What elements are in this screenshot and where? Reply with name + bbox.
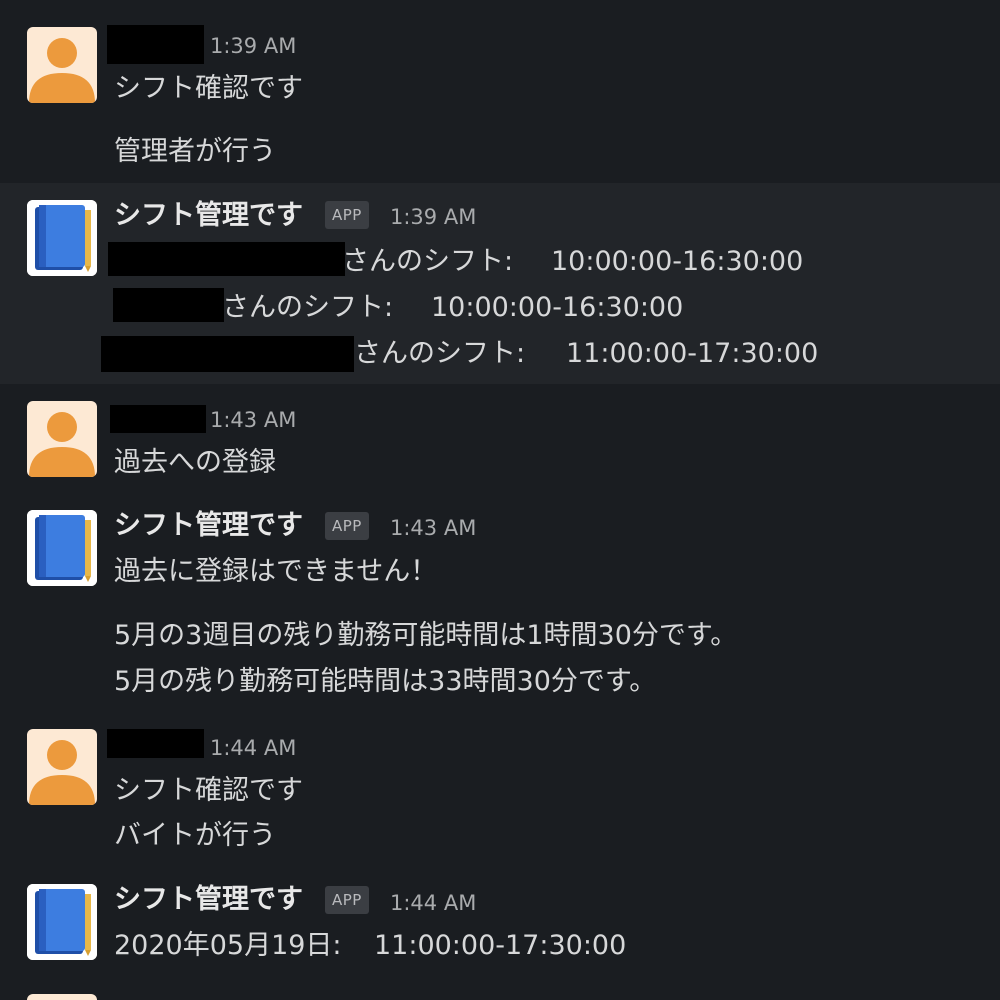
app-sender-name[interactable]: シフト管理です — [114, 883, 303, 917]
app-badge: APP — [325, 512, 369, 540]
app-badge: APP — [325, 201, 369, 229]
message-text: 管理者が行う — [114, 136, 276, 167]
redacted-username — [107, 25, 204, 64]
app-sender-name[interactable]: シフト管理です — [114, 199, 303, 233]
timestamp[interactable]: 1:43 AM — [390, 514, 476, 542]
message-text: バイトが行う — [114, 820, 276, 851]
notebook-app-icon[interactable] — [27, 510, 97, 586]
message-text: シフト確認です — [114, 775, 303, 806]
shift-suffix: さんのシフト: — [222, 292, 394, 323]
message-text: 過去に登録はできません！ — [114, 556, 438, 587]
shift-range: 11:00:00-17:30:00 — [374, 930, 627, 961]
message-app-1[interactable]: シフト管理です APP 1:39 AM さんのシフト: 10:00:00-16:… — [0, 183, 1000, 384]
notebook-app-icon[interactable] — [27, 200, 97, 276]
shift-suffix: さんのシフト: — [354, 338, 526, 369]
message-text: 5月の3週目の残り勤務可能時間は1時間30分です。 — [114, 620, 738, 651]
user-avatar-icon[interactable] — [27, 27, 97, 103]
redacted-username — [107, 729, 204, 758]
app-sender-name[interactable]: シフト管理です — [114, 509, 303, 543]
message-text: 5月の残り勤務可能時間は33時間30分です。 — [114, 666, 657, 697]
message-user-3[interactable]: 1:44 AM シフト確認です バイトが行う — [0, 718, 1000, 872]
notebook-app-icon[interactable] — [27, 884, 97, 960]
message-user-1[interactable]: 1:39 AM シフト確認です 管理者が行う — [0, 0, 1000, 183]
timestamp[interactable]: 1:39 AM — [210, 32, 296, 60]
redacted-name — [108, 242, 345, 276]
message-text: 過去への登録 — [114, 447, 276, 478]
user-avatar-icon[interactable] — [27, 729, 97, 805]
user-avatar-icon[interactable] — [27, 994, 97, 1000]
message-feed: 1:39 AM シフト確認です 管理者が行う シフト管理です APP 1:39 … — [0, 0, 1000, 1000]
timestamp[interactable]: 1:44 AM — [210, 734, 296, 762]
redacted-name — [113, 288, 224, 322]
message-text: シフト確認です — [114, 73, 303, 104]
shift-range: 10:00:00-16:30:00 — [431, 292, 684, 323]
message-user-2[interactable]: 1:43 AM 過去への登録 — [0, 384, 1000, 492]
shift-range: 10:00:00-16:30:00 — [551, 246, 804, 277]
shift-suffix: さんのシフト: — [342, 246, 514, 277]
shift-range: 11:00:00-17:30:00 — [566, 338, 819, 369]
message-app-2[interactable]: シフト管理です APP 1:43 AM 過去に登録はできません！ 5月の3週目の… — [0, 492, 1000, 718]
timestamp[interactable]: 1:39 AM — [390, 203, 476, 231]
redacted-name — [101, 336, 354, 372]
message-next-partial[interactable] — [0, 982, 1000, 1000]
user-avatar-icon[interactable] — [27, 401, 97, 477]
timestamp[interactable]: 1:44 AM — [390, 889, 476, 917]
app-badge: APP — [325, 886, 369, 914]
shift-date: 2020年05月19日: — [114, 930, 342, 961]
message-app-3[interactable]: シフト管理です APP 1:44 AM 2020年05月19日: 11:00:0… — [0, 872, 1000, 982]
timestamp[interactable]: 1:43 AM — [210, 406, 296, 434]
redacted-username — [110, 405, 206, 433]
